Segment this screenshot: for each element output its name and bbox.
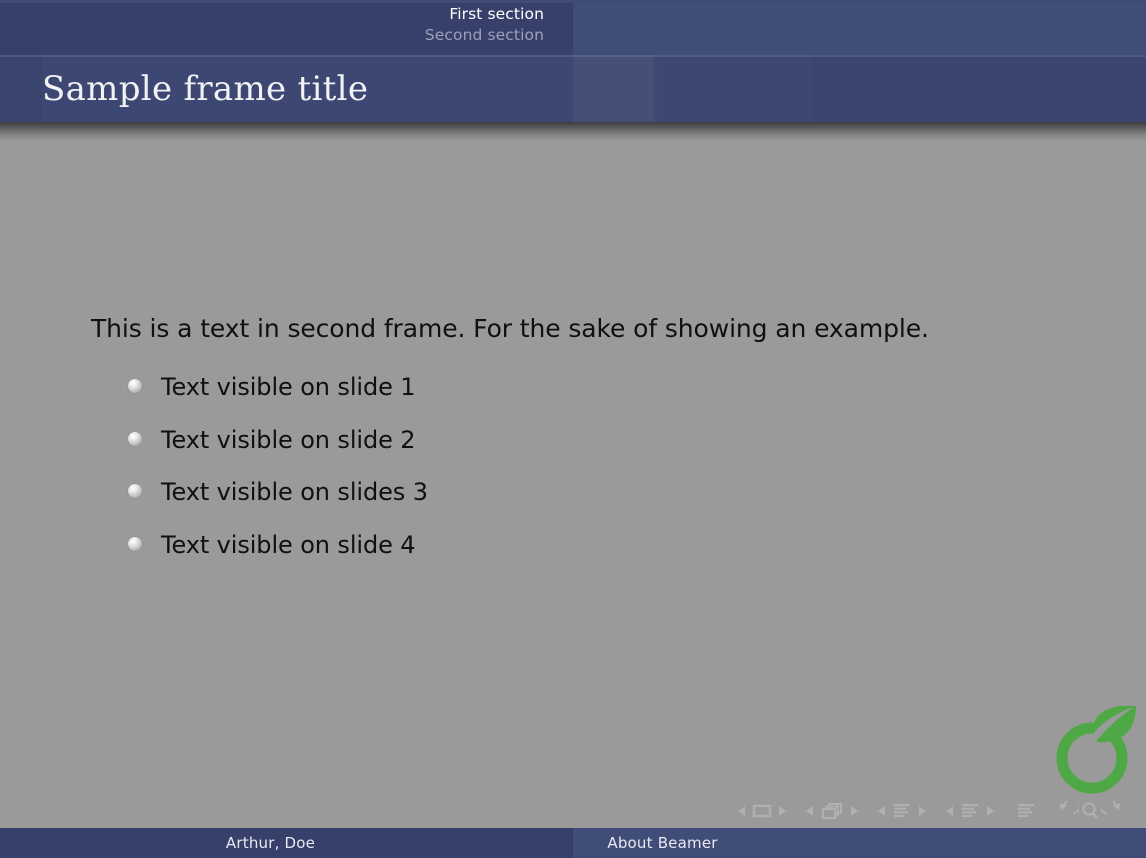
- prev-section-icon[interactable]: [943, 803, 957, 819]
- footline-author-section: Arthur, Doe: [0, 828, 573, 858]
- section-nav-item-first[interactable]: First section: [0, 4, 544, 25]
- bullet-list: Text visible on slide 1 Text visible on …: [124, 370, 1024, 580]
- title-band-right: [658, 55, 813, 122]
- bullet-sphere-icon: [128, 536, 142, 551]
- nav-separator: [861, 811, 875, 812]
- prev-subsection-icon[interactable]: [875, 803, 889, 819]
- footline-title: About Beamer: [607, 834, 718, 852]
- slide-navigation-group: [735, 803, 789, 819]
- next-section-icon[interactable]: [983, 803, 997, 819]
- section-navigation-list: First section Second section: [0, 0, 573, 55]
- list-item-label: Text visible on slide 4: [161, 530, 416, 559]
- subsection-navigation-group: [875, 802, 929, 820]
- forward-icon[interactable]: [1101, 801, 1125, 821]
- list-item: Text visible on slide 2: [124, 423, 1024, 476]
- document-icon[interactable]: [1011, 802, 1041, 820]
- document-navigation-group: [1011, 802, 1041, 820]
- frame-title-bar: Sample frame title: [0, 55, 1146, 122]
- headline-right-half: [573, 0, 1146, 55]
- title-bar-top-highlight: [0, 55, 1146, 57]
- utility-navigation-group: [1055, 801, 1125, 821]
- list-item-label: Text visible on slide 2: [161, 425, 416, 454]
- bullet-sphere-icon: [128, 484, 142, 498]
- footline-bar: Arthur, Doe About Beamer: [0, 828, 1146, 858]
- title-bar-shadow: [0, 122, 1146, 142]
- headline-navigation-bar: First section Second section: [0, 0, 1146, 55]
- footline-author: Arthur, Doe: [225, 834, 316, 852]
- nav-separator: [997, 811, 1011, 812]
- beamer-slide: First section Second section Sample fram…: [0, 0, 1146, 858]
- list-item-label: Text visible on slides 3: [161, 478, 428, 506]
- prev-slide-icon[interactable]: [735, 803, 749, 819]
- nav-separator: [789, 811, 803, 812]
- frame-title: Sample frame title: [42, 68, 369, 109]
- list-item: Text visible on slide 1: [124, 370, 1024, 423]
- slide-body: This is a text in second frame. For the …: [0, 142, 1146, 816]
- nav-separator: [929, 811, 943, 812]
- overleaf-logo: [1052, 700, 1138, 796]
- bullet-sphere-icon: [128, 379, 142, 393]
- nav-separator: [1041, 811, 1055, 812]
- frame-navigation-group: [803, 802, 861, 820]
- list-item: Text visible on slide 4: [124, 528, 1024, 581]
- footline-title-section: About Beamer: [573, 828, 1146, 858]
- next-subsection-icon[interactable]: [915, 803, 929, 819]
- prev-frame-icon[interactable]: [803, 803, 817, 819]
- next-slide-icon[interactable]: [775, 803, 789, 819]
- next-frame-icon[interactable]: [847, 803, 861, 819]
- intro-paragraph: This is a text in second frame. For the …: [91, 314, 929, 343]
- section-icon[interactable]: [957, 802, 983, 820]
- list-item-label: Text visible on slide 1: [161, 373, 416, 401]
- title-band-middle: [573, 55, 658, 122]
- bullet-sphere-icon: [128, 431, 142, 446]
- back-icon[interactable]: [1055, 801, 1079, 821]
- search-icon[interactable]: [1079, 801, 1101, 821]
- section-nav-item-second[interactable]: Second section: [0, 25, 544, 46]
- title-band-left: [0, 55, 42, 122]
- frame-icon[interactable]: [817, 802, 847, 820]
- list-item: Text visible on slides 3: [124, 475, 1024, 528]
- slide-icon[interactable]: [749, 803, 775, 819]
- beamer-navigation-symbols: [735, 801, 1125, 821]
- subsection-icon[interactable]: [889, 802, 915, 820]
- section-navigation-group: [943, 802, 997, 820]
